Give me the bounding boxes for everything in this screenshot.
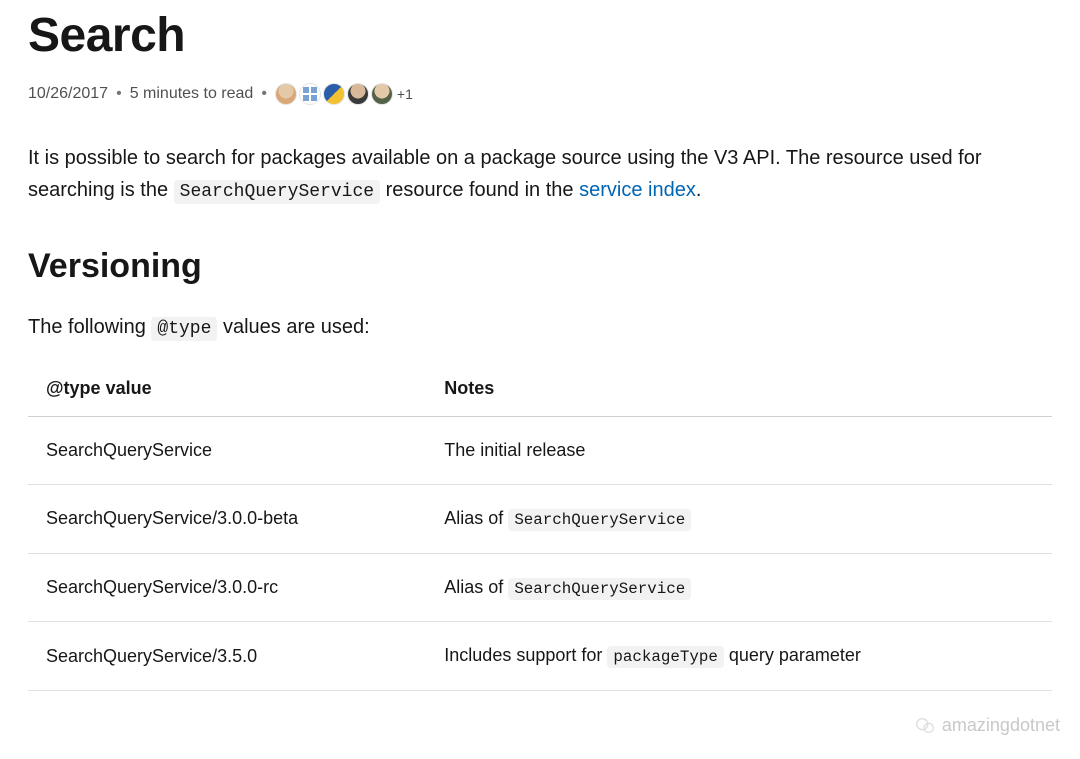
contributor-avatars: +1 [275,83,413,105]
intro-text: The following [28,316,151,338]
page-title: Search [28,0,1052,72]
intro-paragraph: It is possible to search for packages av… [28,142,1052,207]
notes-cell: Alias of SearchQueryService [426,484,1052,553]
type-value-cell: SearchQueryService/3.0.0-beta [28,484,426,553]
notes-cell: Alias of SearchQueryService [426,553,1052,622]
intro-text: resource found in the [380,179,579,201]
separator-dot: • [116,82,122,106]
inline-code: SearchQueryService [508,509,691,531]
table-row: SearchQueryServiceThe initial release [28,416,1052,484]
contributor-avatar[interactable] [371,83,393,105]
separator-dot: • [261,82,267,106]
inline-code: SearchQueryService [508,578,691,600]
watermark: amazingdotnet [914,712,1060,739]
type-value-cell: SearchQueryService [28,416,426,484]
table-header-type: @type value [28,361,426,417]
intro-text: values are used: [217,316,369,338]
article-meta: 10/26/2017 • 5 minutes to read • +1 [28,82,1052,106]
inline-code: @type [151,317,217,341]
publish-date: 10/26/2017 [28,82,108,106]
table-row: SearchQueryService/3.5.0Includes support… [28,622,1052,691]
table-row: SearchQueryService/3.0.0-betaAlias of Se… [28,484,1052,553]
notes-cell: Includes support for packageType query p… [426,622,1052,691]
table-row: SearchQueryService/3.0.0-rcAlias of Sear… [28,553,1052,622]
versioning-table: @type value Notes SearchQueryServiceThe … [28,361,1052,691]
service-index-link[interactable]: service index [579,179,696,201]
versioning-heading: Versioning [28,241,1052,292]
table-header-notes: Notes [426,361,1052,417]
contributor-overflow-count[interactable]: +1 [397,84,413,105]
wechat-icon [914,715,936,737]
watermark-text: amazingdotnet [942,712,1060,739]
read-time: 5 minutes to read [130,82,254,106]
versioning-intro: The following @type values are used: [28,312,1052,343]
notes-cell: The initial release [426,416,1052,484]
contributor-avatar[interactable] [323,83,345,105]
inline-code: SearchQueryService [174,180,380,204]
contributor-avatar[interactable] [347,83,369,105]
contributor-avatar[interactable] [275,83,297,105]
type-value-cell: SearchQueryService/3.0.0-rc [28,553,426,622]
type-value-cell: SearchQueryService/3.5.0 [28,622,426,691]
intro-text: . [696,179,702,201]
contributor-avatar[interactable] [299,83,321,105]
inline-code: packageType [607,646,723,668]
